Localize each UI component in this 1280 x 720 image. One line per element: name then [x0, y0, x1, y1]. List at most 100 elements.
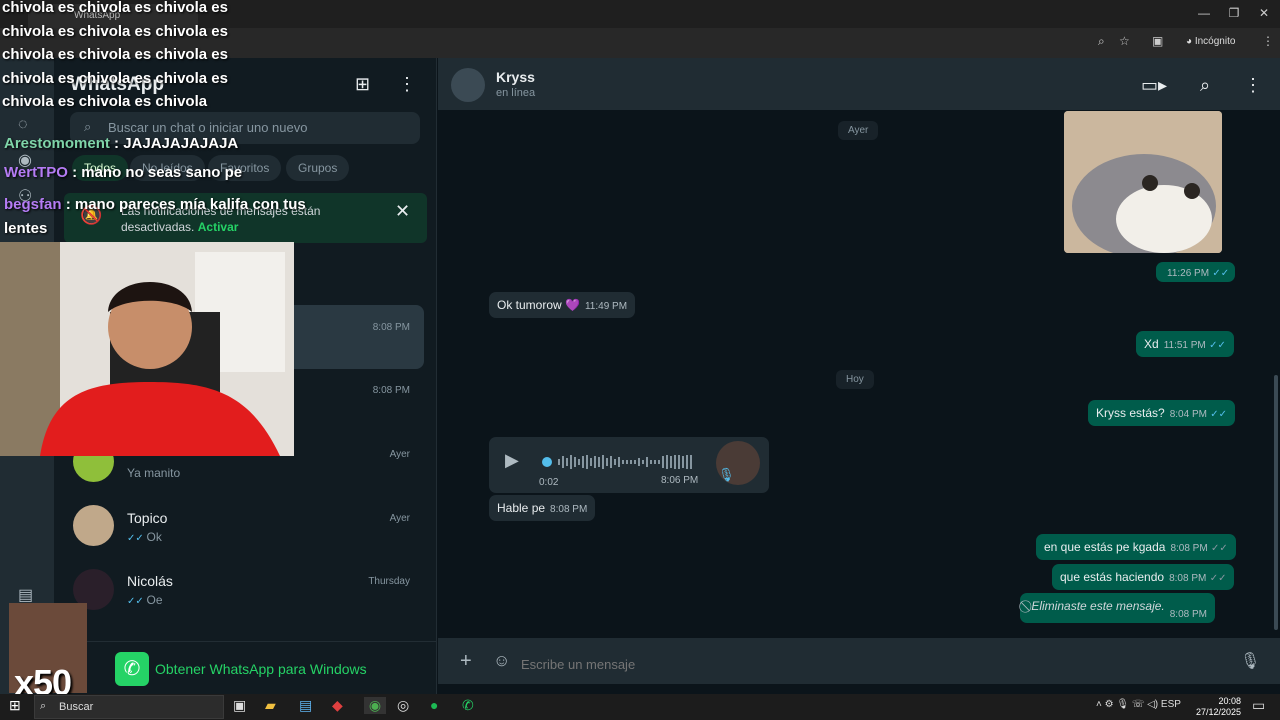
contact-status: en línea — [496, 87, 536, 99]
close-window-icon[interactable]: ✕ — [1254, 6, 1274, 20]
video-call-icon[interactable]: ▭▸ — [1141, 75, 1167, 96]
whatsapp-logo-icon: ✆ — [115, 652, 149, 686]
get-windows-link[interactable]: Obtener WhatsApp para Windows — [155, 661, 367, 677]
media-icon[interactable]: ▤ — [18, 585, 33, 605]
message-out: Kryss estás? 8:04 PM ✓✓ — [1088, 400, 1236, 426]
delivered-ticks-icon: ✓✓ — [1211, 543, 1228, 554]
message-in: Ok tumorow 💜 11:49 PM — [489, 292, 636, 318]
webcam-feed — [0, 242, 294, 456]
menu-icon[interactable]: ⋮ — [1244, 75, 1262, 96]
message-time: 11:51 PM — [1163, 340, 1206, 351]
waveform-bars — [542, 455, 692, 469]
message-text: en que estás pe kgada — [1044, 540, 1166, 554]
message-text: Hable pe — [497, 501, 546, 515]
system-tray[interactable]: ˄ ⚙ 🎙 ☏ ◁) ESP — [1096, 699, 1181, 710]
cat-image[interactable] — [1064, 111, 1222, 253]
bookmark-star-icon[interactable]: ☆ — [1119, 34, 1130, 48]
message-time: 8:04 PM — [1169, 409, 1207, 420]
task-view-icon[interactable]: ▣ — [233, 697, 246, 714]
chat-preview: Ya manito — [127, 466, 181, 480]
start-icon[interactable]: ⊞ — [9, 697, 21, 714]
message-out: 11:26 PM ✓✓ — [1156, 262, 1236, 282]
notes-icon[interactable]: ▤ — [299, 697, 312, 714]
attach-plus-icon[interactable]: + — [460, 650, 472, 673]
microphone-icon[interactable]: 🎙 — [1240, 651, 1260, 671]
webcam-scene — [0, 242, 294, 456]
obs-icon[interactable]: ◎ — [397, 697, 409, 714]
message-out: Xd 11:51 PM ✓✓ — [1136, 331, 1234, 357]
chat-name: Topico — [127, 510, 168, 526]
extensions-icon[interactable]: ▣ — [1152, 34, 1163, 48]
chat-preview: ✓✓ Ok — [127, 530, 162, 544]
search-icon[interactable]: ⌕ — [1200, 75, 1210, 96]
stream-chat-message: WertTPO : mano no seas sano pe — [4, 163, 242, 183]
incognito-label: Incógnito — [1194, 36, 1236, 47]
chat-preview-text: Ok — [146, 530, 162, 544]
browser-menu-icon[interactable]: ⋮ — [1262, 34, 1274, 48]
delivered-ticks-icon: ✓✓ — [1209, 573, 1227, 584]
spotify-icon[interactable]: ● — [430, 697, 438, 713]
app-icon[interactable]: ◆ — [332, 697, 343, 714]
close-icon[interactable]: ✕ — [395, 201, 410, 222]
chat-user: begsfan — [4, 196, 62, 213]
message-out: que estás haciendo 8:08 PM ✓✓ — [1052, 564, 1235, 590]
message-text: Eliminaste este mensaje. — [1031, 599, 1165, 613]
search-icon: ⌕ — [40, 700, 47, 712]
overlay-line: chivola es chivola es chivola es — [2, 46, 228, 63]
read-ticks-icon: ✓✓ — [127, 533, 147, 544]
avatar — [73, 505, 114, 546]
stream-chat-message: Arestomoment : JAJAJAJAJAJA — [4, 134, 238, 154]
search-icon: ⌕ — [84, 119, 92, 134]
message-time: 8:08 PM — [1169, 573, 1207, 584]
message-out: en que estás pe kgada 8:08 PM ✓✓ — [1036, 534, 1236, 560]
scrollbar[interactable] — [1274, 375, 1278, 630]
status-icon[interactable]: ◌ — [18, 116, 28, 134]
message-time: 8:06 PM — [661, 475, 699, 486]
incognito-badge[interactable]: ◕ Incógnito — [1186, 33, 1250, 51]
overlay-line: chivola es chivola es chivola es — [2, 0, 228, 16]
day-divider: Hoy — [836, 370, 874, 389]
message-time: 8:08 PM — [1170, 543, 1208, 554]
clock-time: 20:08 — [1218, 696, 1241, 706]
filter-groups[interactable]: Grupos — [286, 155, 350, 181]
new-chat-icon[interactable]: ⊞ — [355, 74, 370, 95]
menu-icon[interactable]: ⋮ — [398, 74, 416, 95]
message-text: Kryss estás? — [1096, 406, 1165, 420]
read-ticks-icon: ✓✓ — [1212, 268, 1230, 279]
contact-avatar[interactable] — [451, 68, 485, 102]
overlay-text: chivola es chivola es chivola es chivola… — [2, 0, 302, 114]
chat-preview-text: Oe — [146, 593, 163, 607]
chat-name: Nicolás — [127, 573, 173, 589]
language-indicator: ESP — [1160, 699, 1181, 710]
sticker-icon[interactable]: ☺ — [493, 651, 510, 671]
contact-name[interactable]: Kryss — [496, 69, 535, 85]
minimize-icon[interactable]: — — [1194, 6, 1214, 20]
read-ticks-icon: ✓✓ — [1209, 340, 1226, 351]
restore-icon[interactable]: ❐ — [1224, 6, 1244, 20]
cat-illustration — [1064, 111, 1222, 253]
clock[interactable]: 20:08 27/12/2025 — [1196, 696, 1241, 718]
chat-time: 8:08 PM — [372, 322, 410, 333]
message-time: 8:08 PM — [1169, 609, 1207, 620]
chat-user: Arestomoment — [4, 135, 110, 152]
zoom-icon[interactable]: ⌕ — [1098, 34, 1105, 49]
chat-time: Ayer — [389, 449, 410, 460]
message-time: 8:08 PM — [550, 504, 588, 515]
chat-time: 8:08 PM — [372, 385, 410, 396]
waveform[interactable] — [542, 455, 692, 469]
file-explorer-icon[interactable]: ▰ — [265, 697, 276, 714]
microphone-icon: 🎙 — [718, 467, 735, 482]
notifications-icon[interactable]: ▭ — [1252, 697, 1265, 714]
whatsapp-icon[interactable]: ✆ — [462, 697, 474, 714]
clock-date: 27/12/2025 — [1196, 707, 1242, 717]
chat-time: Thursday — [368, 576, 410, 587]
chrome-icon[interactable]: ◉ — [364, 697, 386, 714]
voice-duration: 0:02 — [539, 477, 559, 488]
message-time: 11:26 PM — [1167, 268, 1210, 279]
taskbar-search[interactable]: Buscar — [34, 695, 224, 719]
message-input[interactable] — [521, 648, 1221, 674]
play-icon[interactable]: ▶ — [505, 450, 519, 471]
day-divider: Ayer — [838, 121, 879, 140]
message-text: Xd — [1144, 337, 1159, 351]
chat-user: WertTPO — [4, 164, 68, 181]
